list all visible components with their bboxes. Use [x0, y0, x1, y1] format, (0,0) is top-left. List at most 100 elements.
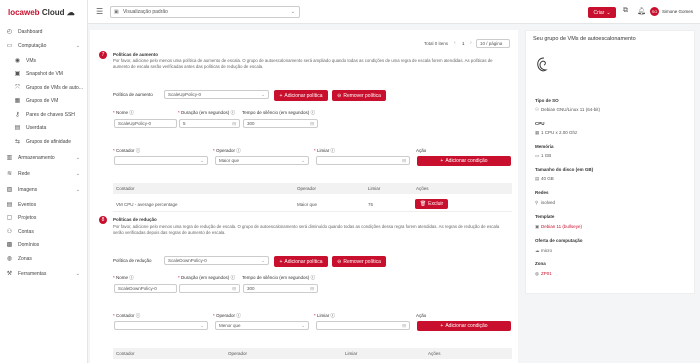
- remove-policy-label: Remover política: [343, 92, 381, 99]
- chevron-down-icon: ⌄: [75, 171, 80, 177]
- sidebar-item-label: Grupos de afinidade: [26, 139, 72, 145]
- stepper-icon: ⊟: [232, 286, 236, 291]
- offering-label: Oferta de computação: [535, 238, 583, 243]
- networks-label: Redes: [535, 190, 549, 195]
- avatar[interactable]: SG: [650, 7, 659, 16]
- info-icon: ⓘ: [330, 148, 336, 153]
- sidebar-item-eventos[interactable]: ▤ Eventos: [6, 200, 84, 210]
- remove-icon: ⊖: [337, 258, 342, 265]
- silence-label: Tempo de silêncio (em segundos) ⓘ: [242, 275, 316, 280]
- stepper-icon: ⊟: [402, 323, 406, 328]
- operator-label: * Operador ⓘ: [213, 313, 241, 318]
- info-icon: ⓘ: [310, 275, 316, 280]
- info-icon: ⓘ: [129, 110, 134, 115]
- conditions-table-header: [113, 348, 512, 359]
- sidebar-item-snapshot-de-vm[interactable]: ▣ Snapshot de VM: [14, 69, 84, 79]
- zone-value[interactable]: ◍ ZP01: [535, 271, 552, 277]
- sidebar-item-ferramentas[interactable]: ⚒ Ferramentas ⌄: [6, 269, 84, 279]
- add-policy-button[interactable]: + Adicionar política: [274, 256, 328, 267]
- counter-select[interactable]: ⌄: [114, 156, 208, 165]
- sidebar-item-imagens[interactable]: ▨ Imagens ⌄: [6, 185, 84, 195]
- action-label: Ação: [416, 313, 427, 318]
- sidebar-item-label: Snapshot de VM: [26, 71, 63, 77]
- sidebar-item-rede[interactable]: ≋ Rede ⌄: [6, 169, 84, 179]
- operator-select[interactable]: Menor que ⌄: [215, 321, 309, 330]
- sidebar-item-computa-o[interactable]: ▭ Computação ⌄: [6, 41, 84, 51]
- duration-input[interactable]: ⊟: [179, 284, 240, 293]
- counter-label: * Contador ⓘ: [113, 313, 141, 318]
- sidebar-item-userdata[interactable]: ▤ Userdata: [14, 123, 84, 133]
- silence-input[interactable]: 300 ⊟: [243, 119, 318, 128]
- sidebar-item-dom-nios[interactable]: ▩ Domínios: [6, 240, 84, 250]
- template-value[interactable]: ▣ Debian 11 (bullseye): [535, 224, 582, 230]
- add-policy-button[interactable]: + Adicionar política: [274, 90, 328, 101]
- user-name[interactable]: Simone Gomes: [662, 9, 693, 14]
- domains-icon: ▩: [6, 241, 13, 248]
- per-page-value: 10 / página: [480, 41, 503, 46]
- view-select[interactable]: ▣ Visualização padrão ⌄: [110, 6, 300, 18]
- brand-logo[interactable]: locaweb Cloud ☁: [8, 8, 75, 17]
- sidebar-item-grupos-de-vm[interactable]: ▦ Grupos de VM: [14, 96, 84, 106]
- scale-down-policy-select[interactable]: ScaleDownPolicy-0 ⌄: [164, 256, 269, 265]
- sidebar-item-armazenamento[interactable]: ▥ Armazenamento ⌄: [6, 153, 84, 163]
- plus-icon: +: [279, 92, 283, 99]
- sidebar-item-zonas[interactable]: ◍ Zonas: [6, 254, 84, 264]
- tasks-icon[interactable]: ⧉: [623, 7, 628, 15]
- sidebar-item-label: Zonas: [18, 256, 32, 262]
- prev-page-icon[interactable]: ‹: [454, 40, 456, 46]
- events-icon: ▤: [6, 201, 13, 208]
- projects-icon: ▢: [6, 214, 13, 221]
- disk-label: Tamanho do disco (em GB): [535, 167, 594, 172]
- globe-icon: ◍: [6, 255, 13, 262]
- scale-up-policy-select[interactable]: ScaleUpPolicy-0 ⌄: [164, 90, 269, 99]
- bell-icon[interactable]: 🔔︎: [637, 7, 646, 15]
- chevron-down-icon: ⌄: [200, 323, 204, 328]
- next-page-icon[interactable]: ›: [470, 40, 472, 46]
- dashboard-icon: ◴: [6, 28, 13, 35]
- sidebar-item-dashboard[interactable]: ◴ Dashboard: [6, 27, 84, 37]
- sidebar-item-grupos-de-afinidade[interactable]: ⇆ Grupos de afinidade: [14, 137, 84, 147]
- view-select-value: Visualização padrão: [123, 9, 168, 15]
- per-page-select[interactable]: 10 / página: [476, 39, 510, 48]
- operator-select[interactable]: Maior que ⌄: [215, 156, 309, 165]
- delete-condition-button[interactable]: 🗑︎ Excluir: [415, 199, 448, 209]
- duration-label: * Duração (em segundos) ⓘ: [178, 275, 236, 280]
- chevron-down-icon: ⌄: [606, 9, 611, 16]
- stepper-icon: ⊟: [402, 158, 406, 163]
- sidebar-item-vms[interactable]: ◉ VMs: [14, 56, 84, 66]
- info-icon: ⓘ: [310, 110, 316, 115]
- table-header-actions: Ações: [428, 351, 441, 356]
- brand-cloud: Cloud: [41, 8, 65, 17]
- name-input[interactable]: ScaleUpPolicy-0: [114, 119, 177, 128]
- cloud-icon: ☁: [66, 8, 75, 17]
- sidebar-item-grupos-de-vms-de-auto[interactable]: ⤧ Grupos de VMs de auto...: [14, 83, 84, 93]
- remove-policy-button[interactable]: ⊖ Remover política: [332, 256, 386, 267]
- stepper-icon: ⊟: [310, 286, 314, 291]
- duration-input[interactable]: 5 ⊟: [179, 119, 240, 128]
- os-type-value: ⚇ Debian GNU/Linux 11 (64-bit): [535, 107, 600, 112]
- threshold-input[interactable]: ⊟: [316, 321, 410, 330]
- counter-select[interactable]: ⌄: [114, 321, 208, 330]
- sidebar-item-contas[interactable]: ⚇ Contas: [6, 227, 84, 237]
- sidebar-item-label: VMs: [26, 58, 36, 64]
- threshold-input[interactable]: ⊟: [316, 156, 410, 165]
- name-input[interactable]: ScaleDownPolicy-0: [114, 284, 177, 293]
- image-icon: ▨: [6, 186, 13, 193]
- sidebar-item-label: Dashboard: [18, 29, 43, 35]
- tools-icon: ⚒: [6, 270, 13, 277]
- disk-value: ▤ 40 GB: [535, 176, 554, 181]
- page-number[interactable]: 1: [462, 41, 465, 46]
- add-condition-button[interactable]: + Adicionar condição: [417, 156, 511, 166]
- stepper-icon: ⊟: [232, 121, 236, 126]
- sidebar-item-pares-de-chaves-ssh[interactable]: ⚷ Pares de chaves SSH: [14, 110, 84, 120]
- remove-policy-button[interactable]: ⊖ Remover política: [332, 90, 386, 101]
- menu-toggle-icon[interactable]: ☰: [96, 7, 103, 16]
- add-condition-button[interactable]: + Adicionar condição: [417, 321, 511, 331]
- silence-input[interactable]: 300 ⊟: [243, 284, 318, 293]
- create-button[interactable]: Criar ⌄: [588, 7, 616, 18]
- eye-icon: ◉: [14, 57, 21, 64]
- sidebar-item-label: Pares de chaves SSH: [26, 112, 75, 118]
- chevron-down-icon: ⌄: [261, 258, 265, 263]
- group-icon: ▦: [14, 97, 21, 104]
- sidebar-item-projetos[interactable]: ▢ Projetos: [6, 213, 84, 223]
